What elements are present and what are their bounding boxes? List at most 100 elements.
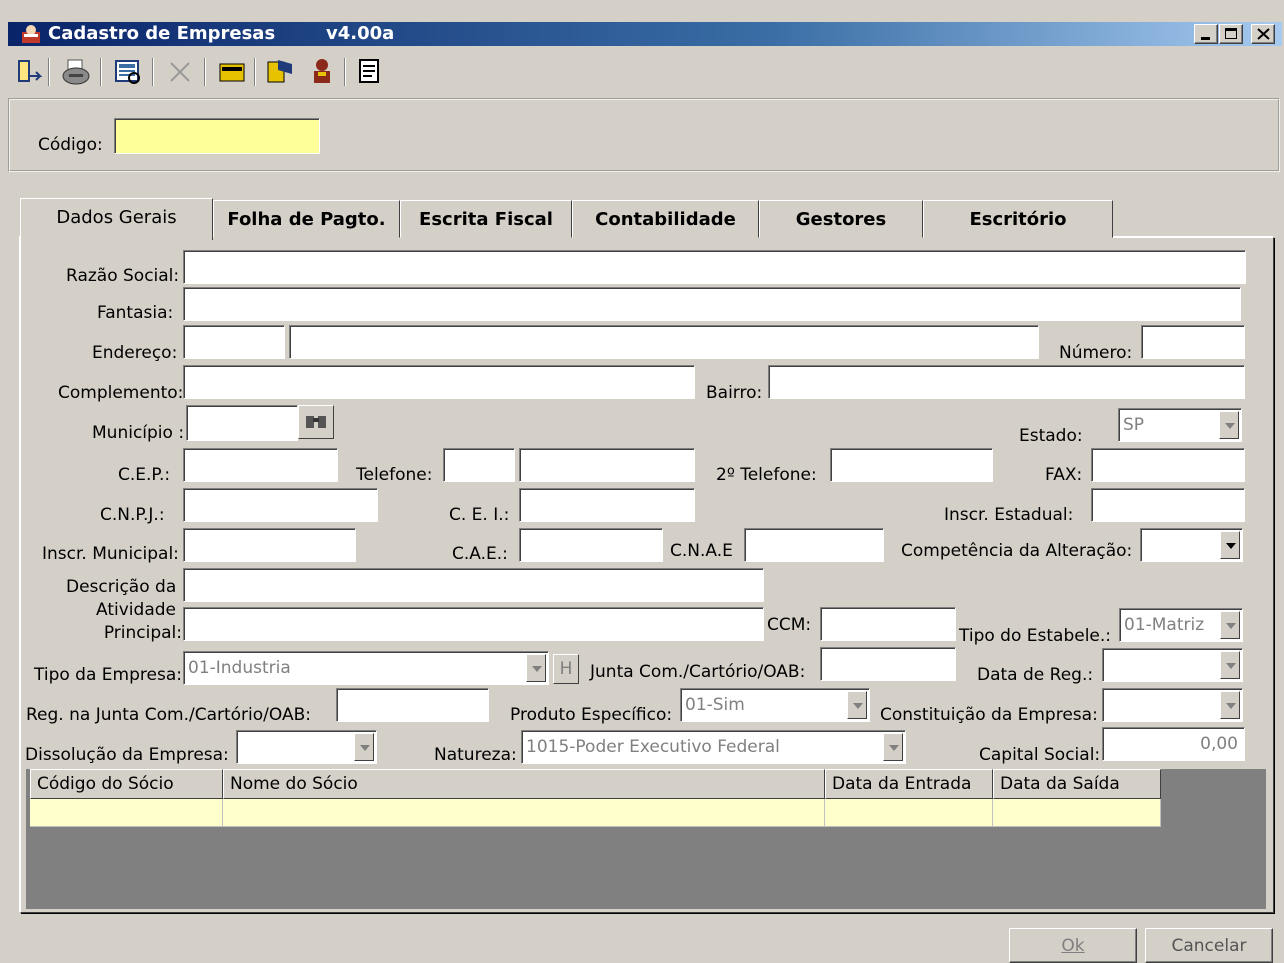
column-header-data-entrada[interactable]: Data da Entrada: [825, 769, 993, 799]
inscr-estadual-label: Inscr. Estadual:: [944, 505, 1074, 525]
chevron-down-icon[interactable]: [1219, 411, 1239, 439]
cae-input[interactable]: [519, 528, 663, 562]
junta-com-input[interactable]: [820, 647, 956, 681]
report-icon[interactable]: [264, 56, 296, 88]
descricao-label-line3: Principal:: [103, 623, 182, 643]
telefone-label: Telefone:: [356, 465, 433, 485]
data-reg-select[interactable]: [1102, 648, 1243, 682]
numero-input[interactable]: [1141, 325, 1245, 359]
telefone2-label: 2º Telefone:: [716, 465, 817, 485]
cei-input[interactable]: [519, 488, 695, 522]
table-row[interactable]: [223, 799, 825, 827]
toolbar-separator: [100, 58, 102, 86]
tab-gestores[interactable]: Gestores: [759, 200, 923, 238]
reg-junta-label: Reg. na Junta Com./Cartório/OAB:: [26, 705, 311, 725]
municipio-label: Município :: [92, 423, 185, 443]
table-row[interactable]: [993, 799, 1161, 827]
close-icon[interactable]: [1251, 24, 1275, 44]
competencia-label: Competência da Alteração:: [901, 541, 1133, 561]
bairro-input[interactable]: [768, 365, 1245, 399]
column-header-nome-socio[interactable]: Nome do Sócio: [223, 769, 825, 799]
chevron-down-icon[interactable]: [526, 654, 546, 682]
open-icon[interactable]: [216, 56, 248, 88]
list-icon[interactable]: [354, 56, 386, 88]
chevron-down-icon[interactable]: [1220, 651, 1240, 679]
descricao-input[interactable]: [183, 568, 764, 602]
tipo-estabele-select[interactable]: 01-Matriz: [1119, 608, 1243, 642]
exit-icon[interactable]: [12, 56, 44, 88]
tipo-empresa-value: 01-Industria: [188, 658, 291, 678]
dissolucao-select[interactable]: [236, 730, 377, 764]
table-row[interactable]: [825, 799, 993, 827]
razao-social-input[interactable]: [183, 250, 1246, 284]
toolbar-separator: [48, 58, 50, 86]
endereco-input[interactable]: [289, 325, 1039, 359]
table-row[interactable]: [30, 799, 223, 827]
chevron-down-icon[interactable]: [847, 691, 867, 719]
chevron-down-icon[interactable]: [883, 733, 903, 761]
tab-escrita-fiscal[interactable]: Escrita Fiscal: [400, 200, 572, 238]
codigo-input[interactable]: [114, 118, 320, 154]
ok-button[interactable]: Ok: [1009, 928, 1137, 963]
print-icon[interactable]: [60, 56, 92, 88]
endereco-tipo-input[interactable]: [183, 325, 285, 359]
cep-label: C.E.P.:: [118, 465, 171, 485]
descricao-input-2[interactable]: [183, 607, 764, 641]
chevron-down-icon[interactable]: [1220, 531, 1240, 559]
tab-escritorio[interactable]: Escritório: [923, 200, 1113, 238]
cae-label: C.A.E.:: [452, 544, 508, 564]
minimize-icon[interactable]: [1194, 24, 1218, 44]
complemento-input[interactable]: [183, 365, 695, 399]
tipo-estabele-label: Tipo do Estabele.:: [959, 626, 1112, 646]
chevron-down-icon[interactable]: [354, 733, 374, 761]
produto-especifico-label: Produto Específico:: [510, 705, 673, 725]
preview-icon[interactable]: [112, 56, 144, 88]
estado-label: Estado:: [1019, 426, 1083, 446]
fax-input[interactable]: [1091, 448, 1245, 482]
column-header-codigo-socio[interactable]: Código do Sócio: [30, 769, 223, 799]
telefone-input[interactable]: [519, 448, 695, 482]
cep-input[interactable]: [183, 448, 338, 482]
cnpj-input[interactable]: [183, 488, 378, 522]
tipo-empresa-help-button[interactable]: H: [553, 654, 579, 684]
complemento-label: Complemento:: [58, 383, 184, 403]
constituicao-select[interactable]: [1102, 688, 1243, 722]
delete-icon[interactable]: [164, 56, 196, 88]
toolbar-separator: [254, 58, 256, 86]
descricao-label-line1: Descrição da: [66, 577, 177, 597]
telefone-ddd-input[interactable]: [443, 448, 515, 482]
chevron-down-icon[interactable]: [1220, 611, 1240, 639]
cnae-label: C.N.A.E: [670, 541, 733, 561]
estado-select[interactable]: SP: [1118, 408, 1242, 442]
toolbar-separator: [204, 58, 206, 86]
inscr-municipal-input[interactable]: [183, 528, 356, 562]
numero-label: Número:: [1059, 343, 1133, 363]
column-header-data-saida[interactable]: Data da Saída: [993, 769, 1161, 799]
cnae-input[interactable]: [744, 528, 884, 562]
chevron-down-icon[interactable]: [1220, 691, 1240, 719]
binoculars-icon: [306, 416, 326, 428]
maximize-icon[interactable]: [1219, 24, 1243, 44]
fantasia-input[interactable]: [183, 287, 1241, 321]
inscr-estadual-input[interactable]: [1091, 488, 1245, 522]
natureza-label: Natureza:: [434, 745, 517, 765]
capital-social-input[interactable]: 0,00: [1102, 727, 1245, 761]
municipio-search-button[interactable]: [298, 405, 334, 439]
cancel-button[interactable]: Cancelar: [1145, 928, 1273, 963]
user-icon[interactable]: [306, 56, 338, 88]
tab-folha-de-pagto[interactable]: Folha de Pagto.: [213, 200, 400, 238]
capital-social-value: 0,00: [1200, 734, 1238, 754]
dissolucao-label: Dissolução da Empresa:: [25, 745, 229, 765]
tab-contabilidade[interactable]: Contabilidade: [572, 200, 759, 238]
data-reg-label: Data de Reg.:: [977, 665, 1094, 685]
telefone2-input[interactable]: [830, 448, 993, 482]
ccm-input[interactable]: [820, 607, 956, 641]
municipio-input[interactable]: [186, 405, 298, 441]
reg-junta-input[interactable]: [336, 688, 489, 722]
tab-dados-gerais[interactable]: Dados Gerais: [20, 198, 213, 240]
toolbar-separator: [152, 58, 154, 86]
tipo-empresa-select[interactable]: 01-Industria: [183, 651, 549, 685]
produto-especifico-select[interactable]: 01-Sim: [680, 688, 870, 722]
competencia-select[interactable]: [1140, 528, 1243, 562]
natureza-select[interactable]: 1015-Poder Executivo Federal: [521, 730, 906, 764]
